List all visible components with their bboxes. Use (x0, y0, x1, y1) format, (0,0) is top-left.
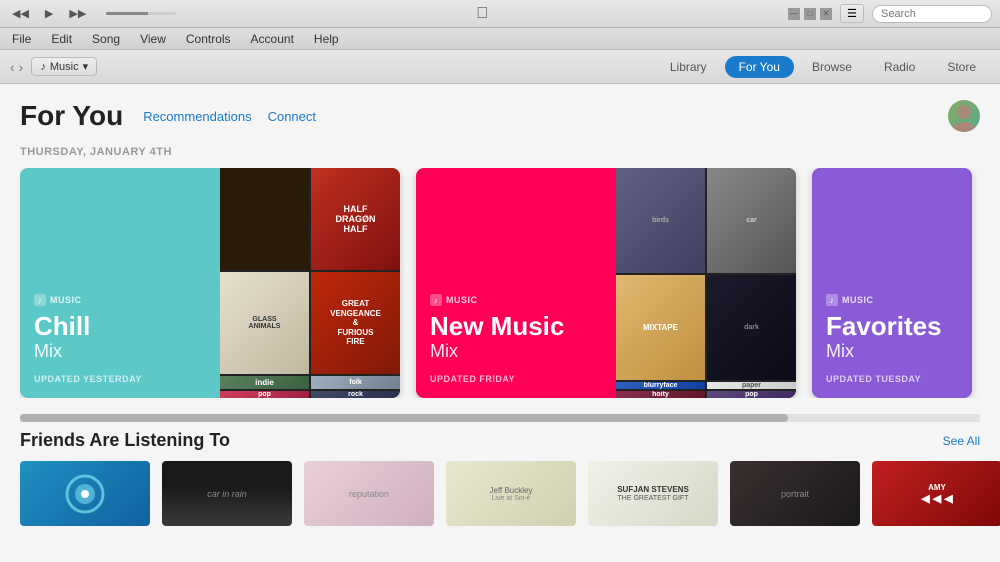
scroll-thumb (20, 414, 788, 422)
chill-album-big: GREATVENGEANCE&FURIOUSFIRE (311, 272, 400, 374)
page-header: For You Recommendations Connect (20, 100, 980, 132)
chill-subtitle: Mix (34, 341, 206, 362)
friend-card-1[interactable] (20, 461, 150, 526)
chill-album-3: GLASSANIMALS (220, 272, 309, 374)
newmusic-updated: UPDATED FRIDAY (430, 374, 602, 384)
menu-controls[interactable]: Controls (182, 32, 235, 46)
chill-album-6: pop (220, 391, 309, 398)
menu-account[interactable]: Account (247, 32, 298, 46)
nm-album-7: hoity (616, 391, 705, 398)
date-label: THURSDAY, JANUARY 4TH (20, 146, 980, 158)
menu-bar: File Edit Song View Controls Account Hel… (0, 28, 1000, 50)
chill-title: Chill (34, 312, 206, 341)
friend-card-7[interactable]: AMY◀ ◀ ◀ (872, 461, 1000, 526)
chill-grid: HALFDRAGØNHALF GLASSANIMALS GREATVENGEAN… (220, 168, 400, 398)
menu-toggle-button[interactable]: ☰ (840, 4, 864, 23)
play-button[interactable]: ▶ (41, 5, 57, 22)
nm-album-6: paper (707, 382, 796, 389)
nm-album-4: dark (707, 275, 796, 380)
tab-store[interactable]: Store (933, 56, 990, 78)
see-all-button[interactable]: See All (943, 434, 980, 448)
chill-album-5: folk (311, 376, 400, 389)
apple-music-icon-3: ♪ (826, 294, 838, 306)
friend-card-4[interactable]: Jeff Buckley Live at Sin-é (446, 461, 576, 526)
favorites-title: Favorites (826, 312, 958, 341)
newmusic-badge: ♪ MUSIC (430, 294, 602, 306)
apple-logo:  (476, 5, 488, 23)
horizontal-scrollbar[interactable] (20, 414, 980, 422)
newmusic-title: New Music (430, 312, 602, 341)
nav-bar: ‹ › ♪ Music ▾ Library For You Browse Rad… (0, 50, 1000, 84)
music-note-icon: ♪ (40, 61, 46, 73)
nm-album-5: blurryface (616, 382, 705, 389)
friend-card-5[interactable]: SUFJAN STEVENS THE GREATEST GIFT (588, 461, 718, 526)
newmusic-grid: birds car MIXTAPE dark blurryface paper (616, 168, 796, 398)
favorites-mix-main: ♪ MUSIC Favorites Mix UPDATED TUESDAY (812, 168, 972, 398)
nm-album-1: birds (616, 168, 705, 273)
chill-mix-main: ♪ MUSIC Chill Mix UPDATED YESTERDAY (20, 168, 220, 398)
menu-view[interactable]: View (136, 32, 170, 46)
friends-section-header: Friends Are Listening To See All (20, 430, 980, 451)
newmusic-subtitle: Mix (430, 341, 602, 362)
chill-mix-card[interactable]: ♪ MUSIC Chill Mix UPDATED YESTERDAY HALF… (20, 168, 400, 398)
tab-for-you[interactable]: For You (725, 56, 794, 78)
nav-source-label: Music (50, 61, 79, 73)
forward-button[interactable]: ▶▶ (65, 5, 90, 22)
favorites-updated: UPDATED TUESDAY (826, 374, 958, 384)
chill-badge: ♪ MUSIC (34, 294, 206, 306)
chill-album-7: rock (311, 391, 400, 398)
nm-album-3: MIXTAPE (616, 275, 705, 380)
favorites-mix-card[interactable]: ♪ MUSIC Favorites Mix UPDATED TUESDAY (812, 168, 972, 398)
nm-album-8: pop (707, 391, 796, 398)
title-bar-right: — □ ✕ ☰ (788, 4, 992, 23)
title-bar-left: ◀◀ ▶ ▶▶ (8, 5, 176, 22)
nav-back-button[interactable]: ‹ (10, 59, 15, 75)
friend-card-6[interactable]: portrait (730, 461, 860, 526)
nm-album-2: car (707, 168, 796, 273)
nav-source[interactable]: ♪ Music ▾ (31, 57, 97, 76)
tab-library[interactable]: Library (656, 56, 721, 78)
favorites-badge: ♪ MUSIC (826, 294, 958, 306)
apple-music-icon-2: ♪ (430, 294, 442, 306)
chill-updated: UPDATED YESTERDAY (34, 374, 206, 384)
back-button[interactable]: ◀◀ (8, 5, 33, 22)
chill-album-1 (220, 168, 309, 270)
title-bar: ◀◀ ▶ ▶▶  — □ ✕ ☰ (0, 0, 1000, 28)
volume-slider[interactable] (106, 12, 176, 15)
maximize-button[interactable]: □ (804, 8, 816, 20)
newmusic-mix-main: ♪ MUSIC New Music Mix UPDATED FRIDAY (416, 168, 616, 398)
menu-song[interactable]: Song (88, 32, 124, 46)
apple-music-icon: ♪ (34, 294, 46, 306)
menu-help[interactable]: Help (310, 32, 343, 46)
friend-card-3[interactable]: reputation (304, 461, 434, 526)
page-title: For You (20, 100, 123, 132)
menu-file[interactable]: File (8, 32, 35, 46)
sub-tab-connect[interactable]: Connect (268, 109, 316, 124)
menu-edit[interactable]: Edit (47, 32, 76, 46)
chill-album-4: indie (220, 376, 309, 389)
nav-arrows: ‹ › (10, 59, 23, 75)
tab-browse[interactable]: Browse (798, 56, 866, 78)
friend-card-2[interactable]: car in rain (162, 461, 292, 526)
nav-forward-button[interactable]: › (19, 59, 24, 75)
friends-row: car in rain reputation Jeff Buckley Live… (20, 461, 980, 526)
chill-album-2: HALFDRAGØNHALF (311, 168, 400, 270)
search-input[interactable] (872, 5, 992, 23)
favorites-subtitle: Mix (826, 341, 958, 362)
window-controls: — □ ✕ (788, 8, 832, 20)
tab-radio[interactable]: Radio (870, 56, 929, 78)
minimize-button[interactable]: — (788, 8, 800, 20)
main-content: For You Recommendations Connect THURSDAY… (0, 84, 1000, 562)
close-button[interactable]: ✕ (820, 8, 832, 20)
chevron-down-icon: ▾ (83, 60, 89, 73)
sub-tabs: Recommendations Connect (143, 109, 316, 124)
mix-cards-row: ♪ MUSIC Chill Mix UPDATED YESTERDAY HALF… (20, 168, 980, 398)
nav-tabs: Library For You Browse Radio Store (656, 56, 990, 78)
friends-title: Friends Are Listening To (20, 430, 230, 451)
newmusic-mix-card[interactable]: ♪ MUSIC New Music Mix UPDATED FRIDAY bir… (416, 168, 796, 398)
sub-tab-recommendations[interactable]: Recommendations (143, 109, 251, 124)
avatar[interactable] (948, 100, 980, 132)
